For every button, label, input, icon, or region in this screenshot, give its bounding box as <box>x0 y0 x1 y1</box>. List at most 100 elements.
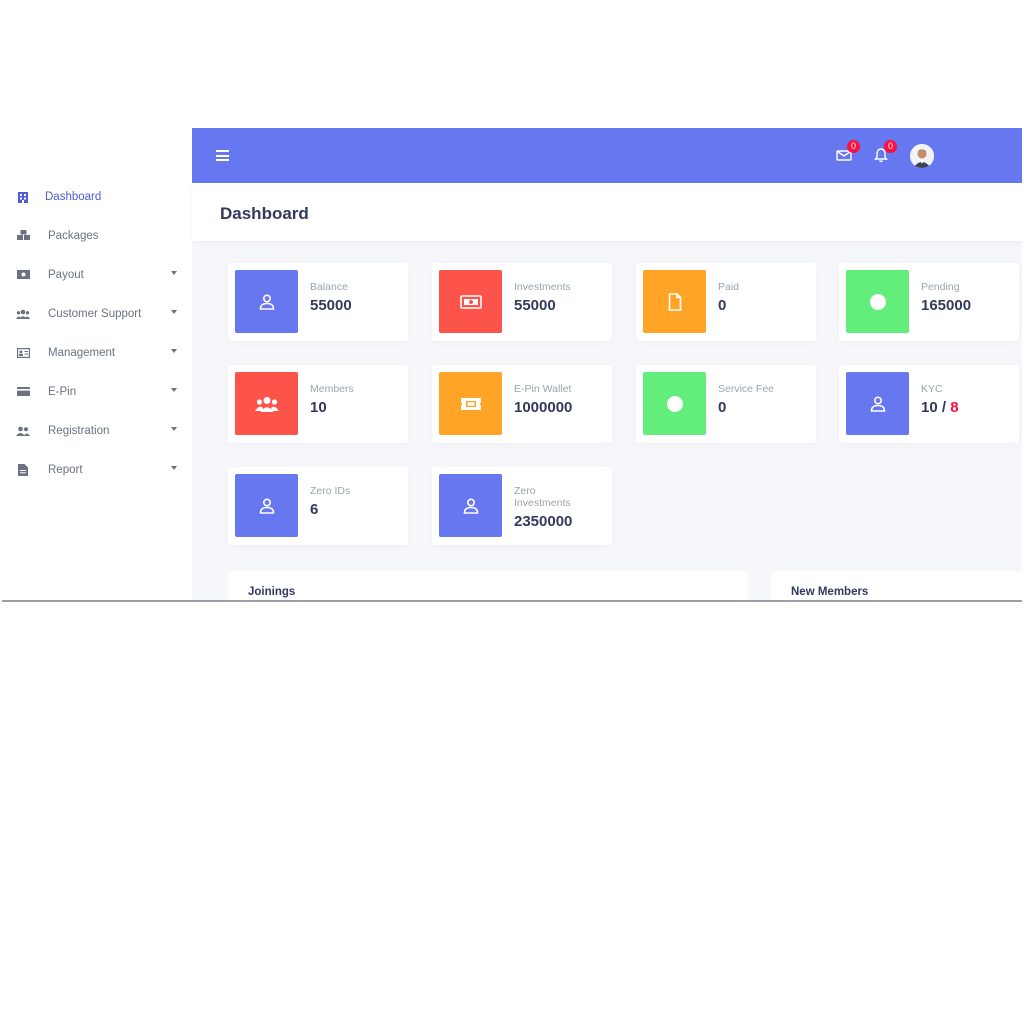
stat-icon-box <box>235 474 298 537</box>
sidebar-item-label: Dashboard <box>45 190 102 203</box>
stat-icon-box <box>235 372 298 435</box>
stat-icon-box <box>643 270 706 333</box>
sidebar-item-management[interactable]: Management <box>0 333 192 372</box>
app-window: Dashboard Packages Payout Customer Suppo… <box>0 128 1022 601</box>
circle-icon <box>869 293 886 310</box>
stat-icon-box <box>846 270 909 333</box>
stat-value: 10 / 8 <box>921 399 959 416</box>
sidebar-item-dashboard[interactable]: Dashboard <box>0 177 192 216</box>
sidebar-item-label: Payout <box>48 268 84 281</box>
stat-card-investments[interactable]: Investments 55000 <box>432 263 612 341</box>
joinings-card: Joinings <box>228 571 748 601</box>
chevron-down-icon <box>171 388 177 392</box>
circle-icon <box>666 395 683 412</box>
chevron-down-icon <box>171 427 177 431</box>
stat-card-zero-investments[interactable]: Zero Investments 2350000 <box>432 467 612 545</box>
kyc-approved-count: 10 <box>921 399 938 416</box>
stat-value: 165000 <box>921 297 972 314</box>
sidebar-item-label: Management <box>48 346 116 359</box>
stat-card-kyc[interactable]: KYC 10 / 8 <box>839 365 1019 443</box>
stat-icon-box <box>643 372 706 435</box>
stat-icon-box <box>439 270 502 333</box>
user-icon <box>259 293 274 310</box>
menu-toggle-icon[interactable] <box>216 150 229 161</box>
stat-card-pending[interactable]: Pending 165000 <box>839 263 1019 341</box>
topbar: 0 0 <box>192 128 1022 183</box>
new-members-title: New Members <box>791 586 869 598</box>
stat-label: Pending <box>921 281 960 293</box>
stat-value: 55000 <box>310 297 352 314</box>
kyc-pending-count: 8 <box>950 399 959 416</box>
stat-value: 0 <box>718 297 727 314</box>
screenshot-bottom-edge <box>2 600 1022 602</box>
chevron-down-icon <box>171 310 177 314</box>
stat-label: E-Pin Wallet <box>514 383 572 395</box>
money-icon <box>459 294 482 309</box>
credit-card-icon <box>16 385 30 399</box>
notifications-badge: 0 <box>884 140 897 153</box>
sidebar-item-e-pin[interactable]: E-Pin <box>0 372 192 411</box>
stat-label: Paid <box>718 281 740 293</box>
sidebar-item-label: Report <box>48 463 83 476</box>
stat-card-service-fee[interactable]: Service Fee 0 <box>636 365 816 443</box>
stat-value: 2350000 <box>514 513 573 530</box>
sidebar-item-label: Registration <box>48 424 110 437</box>
main-content: Dashboard Balance 55000 Investments 5500… <box>192 183 1022 601</box>
boxes-icon <box>16 229 30 243</box>
new-members-card: New Members <box>771 571 1022 601</box>
stat-value: 10 <box>310 399 327 416</box>
stat-label: Zero IDs <box>310 485 351 497</box>
sidebar-item-packages[interactable]: Packages <box>0 216 192 255</box>
stat-card-zero-ids[interactable]: Zero IDs 6 <box>228 467 408 545</box>
messages-badge: 0 <box>847 140 860 153</box>
notifications-button[interactable]: 0 <box>872 140 897 164</box>
chevron-down-icon <box>171 466 177 470</box>
stat-value: 1000000 <box>514 399 573 416</box>
sidebar-item-label: Packages <box>48 229 99 242</box>
messages-button[interactable]: 0 <box>835 140 860 164</box>
page-title: Dashboard <box>220 204 309 223</box>
stat-card-balance[interactable]: Balance 55000 <box>228 263 408 341</box>
users-icon <box>254 396 279 412</box>
stat-value: 55000 <box>514 297 556 314</box>
id-card-icon <box>16 346 30 360</box>
sidebar-item-registration[interactable]: Registration <box>0 411 192 450</box>
avatar[interactable] <box>910 144 934 168</box>
section-header: Dashboard <box>192 183 1022 241</box>
money-bill-icon <box>16 268 30 282</box>
sidebar: Dashboard Packages Payout Customer Suppo… <box>0 128 192 601</box>
stat-value: 0 <box>718 399 727 416</box>
user-avatar-icon <box>910 144 934 168</box>
sidebar-item-report[interactable]: Report <box>0 450 192 489</box>
sidebar-nav: Dashboard Packages Payout Customer Suppo… <box>0 177 192 489</box>
sidebar-item-label: Customer Support <box>48 307 142 320</box>
stat-value: 6 <box>310 501 319 518</box>
file-icon <box>16 463 30 477</box>
users-icon <box>16 307 30 321</box>
stat-card-members[interactable]: Members 10 <box>228 365 408 443</box>
stat-label: KYC <box>921 383 943 395</box>
joinings-title: Joinings <box>248 586 296 598</box>
stat-label: Investments <box>514 281 571 293</box>
stat-icon-box <box>235 270 298 333</box>
ticket-icon <box>460 397 481 410</box>
sidebar-item-label: E-Pin <box>48 385 77 398</box>
sidebar-item-payout[interactable]: Payout <box>0 255 192 294</box>
building-icon <box>16 190 30 204</box>
stat-label: Balance <box>310 281 348 293</box>
stat-label: Service Fee <box>718 383 775 395</box>
user-icon <box>463 497 478 514</box>
user-icon <box>870 395 885 412</box>
stat-card-paid[interactable]: Paid 0 <box>636 263 816 341</box>
chevron-down-icon <box>171 349 177 353</box>
chevron-down-icon <box>171 271 177 275</box>
stat-label: Zero Investments <box>514 485 571 509</box>
sidebar-item-customer-support[interactable]: Customer Support <box>0 294 192 333</box>
stat-label: Members <box>310 383 354 395</box>
stat-card-e-pin-wallet[interactable]: E-Pin Wallet 1000000 <box>432 365 612 443</box>
kyc-separator: / <box>937 399 951 416</box>
user-friends-icon <box>16 424 30 438</box>
stat-icon-box <box>439 474 502 537</box>
user-icon <box>259 497 274 514</box>
file-icon <box>668 292 681 311</box>
